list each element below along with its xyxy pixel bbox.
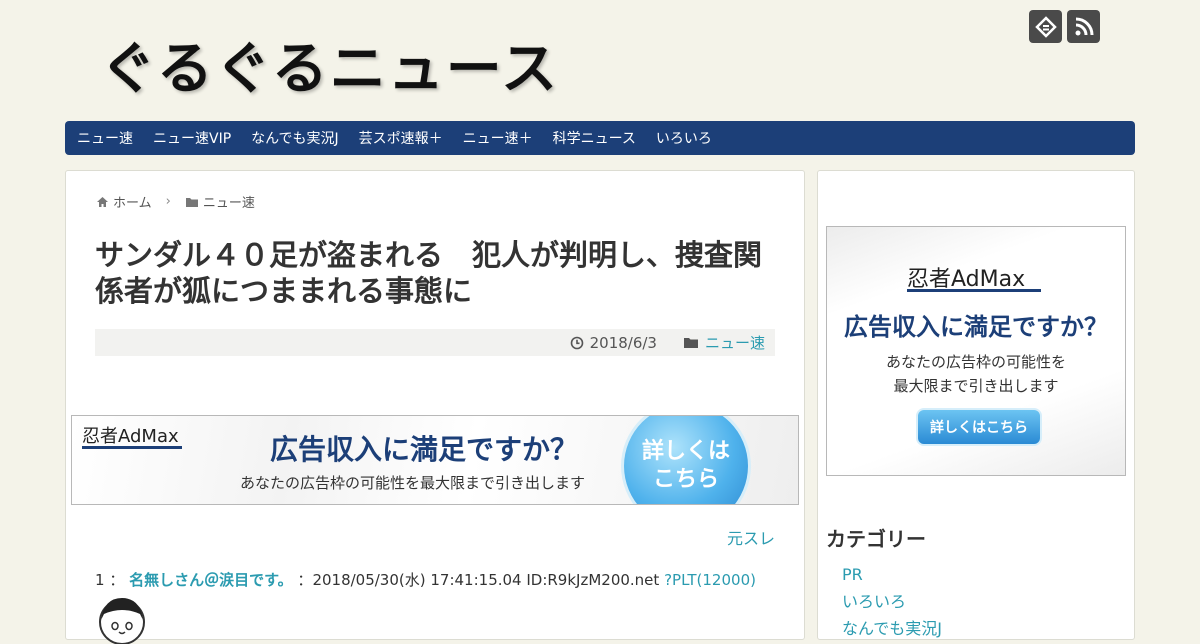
ad-logo: 忍者AdMax [82, 426, 179, 447]
feedly-icon[interactable] [1029, 10, 1062, 43]
sidebar: 忍者AdMax 広告収入に満足ですか？ あなたの広告枠の可能性を 最大限まで引き… [817, 170, 1135, 640]
home-icon [97, 196, 108, 207]
sidebar-ad-subtext: あなたの広告枠の可能性を 最大限まで引き出します [827, 350, 1125, 398]
folder-icon [683, 338, 698, 348]
nav-item-sports[interactable]: 芸スポ速報＋ [349, 128, 453, 148]
sidebar-ad-details-button[interactable]: 詳しくはこちら [916, 408, 1042, 446]
chevron-right-icon: › [165, 194, 171, 209]
comment-header: 1 ： 名無しさん＠涙目です。 ：2018/05/30(水) 17:41:15.… [95, 569, 756, 590]
comment-author-link[interactable]: 名無しさん＠涙目です。 [129, 571, 293, 589]
category-item: なんでも実況J [842, 615, 942, 642]
global-nav: ニュー速 ニュー速VIP なんでも実況J 芸スポ速報＋ ニュー速＋ 科学ニュース… [65, 121, 1135, 155]
ad-headline: 広告収入に満足ですか？ [270, 433, 579, 466]
clock-icon [570, 336, 583, 349]
folder-icon [185, 197, 198, 207]
breadcrumb-home[interactable]: ホーム [113, 192, 152, 211]
category-heading: カテゴリー [826, 527, 926, 551]
comment-separator: ： [297, 571, 313, 589]
nav-item-science[interactable]: 科学ニュース [543, 128, 646, 148]
comment-datetime: 2018/05/30(水) 17:41:15.04 ID:R9kJzM200.n… [312, 571, 660, 589]
nav-item-news-vip[interactable]: ニュー速VIP [143, 128, 241, 148]
main-content: ホーム › ニュー速 サンダル４０足が盗まれる 犯人が判明し、捜査関係者が狐につ… [65, 170, 805, 644]
nav-item-misc[interactable]: いろいろ [646, 128, 722, 148]
sidebar-ad[interactable]: 忍者AdMax 広告収入に満足ですか？ あなたの広告枠の可能性を 最大限まで引き… [826, 226, 1126, 476]
ad-details-button[interactable]: 詳しくは こちら [624, 416, 748, 504]
sidebar-ad-logo-underline [907, 289, 1041, 292]
category-link-misc[interactable]: いろいろ [842, 592, 906, 611]
category-link-pr[interactable]: PR [842, 565, 863, 584]
category-item: いろいろ [842, 588, 942, 615]
header-icons [1029, 10, 1100, 43]
post-date: 2018/6/3 [589, 333, 657, 352]
source-thread-link[interactable]: 元スレ [727, 525, 775, 549]
category-item: PR [842, 561, 942, 588]
article-meta: 2018/6/3 ニュー速 [95, 329, 775, 356]
ad-subtext: あなたの広告枠の可能性を最大限まで引き出します [240, 474, 586, 492]
sidebar-ad-headline: 広告収入に満足ですか？ [844, 313, 1108, 341]
ad-banner[interactable]: 忍者AdMax 広告収入に満足ですか？ あなたの広告枠の可能性を最大限まで引き出… [71, 415, 799, 505]
site-title[interactable]: ぐるぐるニュース [100, 24, 559, 105]
sidebar-ad-line-2: 最大限まで引き出します [893, 377, 1059, 395]
comment-separator: ： [109, 571, 125, 589]
post-category-link[interactable]: ニュー速 [705, 332, 765, 353]
article-title: サンダル４０足が盗まれる 犯人が判明し、捜査関係者が狐につままれる事態に [95, 238, 763, 308]
plt-link[interactable]: ?PLT(12000) [664, 571, 756, 589]
sidebar-ad-line-1: あなたの広告枠の可能性を [885, 353, 1066, 371]
breadcrumb: ホーム › ニュー速 [96, 192, 255, 211]
commenter-avatar [99, 598, 145, 644]
breadcrumb-category[interactable]: ニュー速 [203, 192, 255, 211]
nav-item-news[interactable]: ニュー速 [67, 128, 143, 148]
comment-number: 1 [95, 571, 105, 589]
nav-item-livej[interactable]: なんでも実況J [241, 128, 348, 148]
rss-icon[interactable] [1067, 10, 1100, 43]
category-link-livej[interactable]: なんでも実況J [842, 619, 942, 638]
nav-item-news-plus[interactable]: ニュー速＋ [453, 128, 543, 148]
ad-logo-underline [82, 446, 182, 449]
